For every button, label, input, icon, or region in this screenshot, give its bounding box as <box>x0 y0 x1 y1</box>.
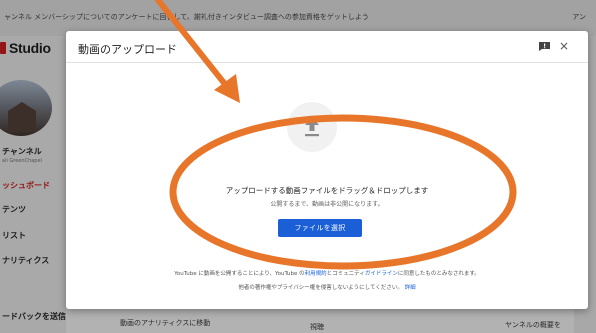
upload-arrow-icon <box>305 117 319 137</box>
learn-more-link[interactable]: 詳細 <box>405 285 416 291</box>
close-icon[interactable]: × <box>559 39 569 53</box>
feedback-icon[interactable] <box>539 42 550 51</box>
upload-dialog: 動画のアップロード × アップロードする動画ファイルをドラッグ＆ドロップします … <box>66 31 588 309</box>
select-files-button[interactable]: ファイルを選択 <box>278 219 362 237</box>
privacy-note: 公開するまで、動画は非公開になります。 <box>270 201 384 208</box>
terms-middle: とコミュニティ <box>326 271 365 277</box>
copyright-text: 他者の著作権やプライバシー権を侵害しないようにしてください。 詳細 <box>66 283 588 291</box>
terms-of-service-link[interactable]: 利用規約 <box>305 271 327 277</box>
dialog-header: 動画のアップロード × <box>66 31 588 63</box>
terms-suffix: に同意したものとみなされます。 <box>397 271 480 277</box>
terms-text: YouTube に動画を公開することにより、YouTube の利用規約とコミュニ… <box>66 269 588 277</box>
terms-prefix: YouTube に動画を公開することにより、YouTube の <box>174 271 305 277</box>
drop-instructions: アップロードする動画ファイルをドラッグ＆ドロップします <box>225 186 429 195</box>
upload-drop-target[interactable] <box>287 102 337 152</box>
dialog-title: 動画のアップロード <box>78 43 177 56</box>
copyright-note: 他者の著作権やプライバシー権を侵害しないようにしてください。 <box>238 285 403 291</box>
community-guidelines-link[interactable]: ガイドライン <box>365 271 398 277</box>
